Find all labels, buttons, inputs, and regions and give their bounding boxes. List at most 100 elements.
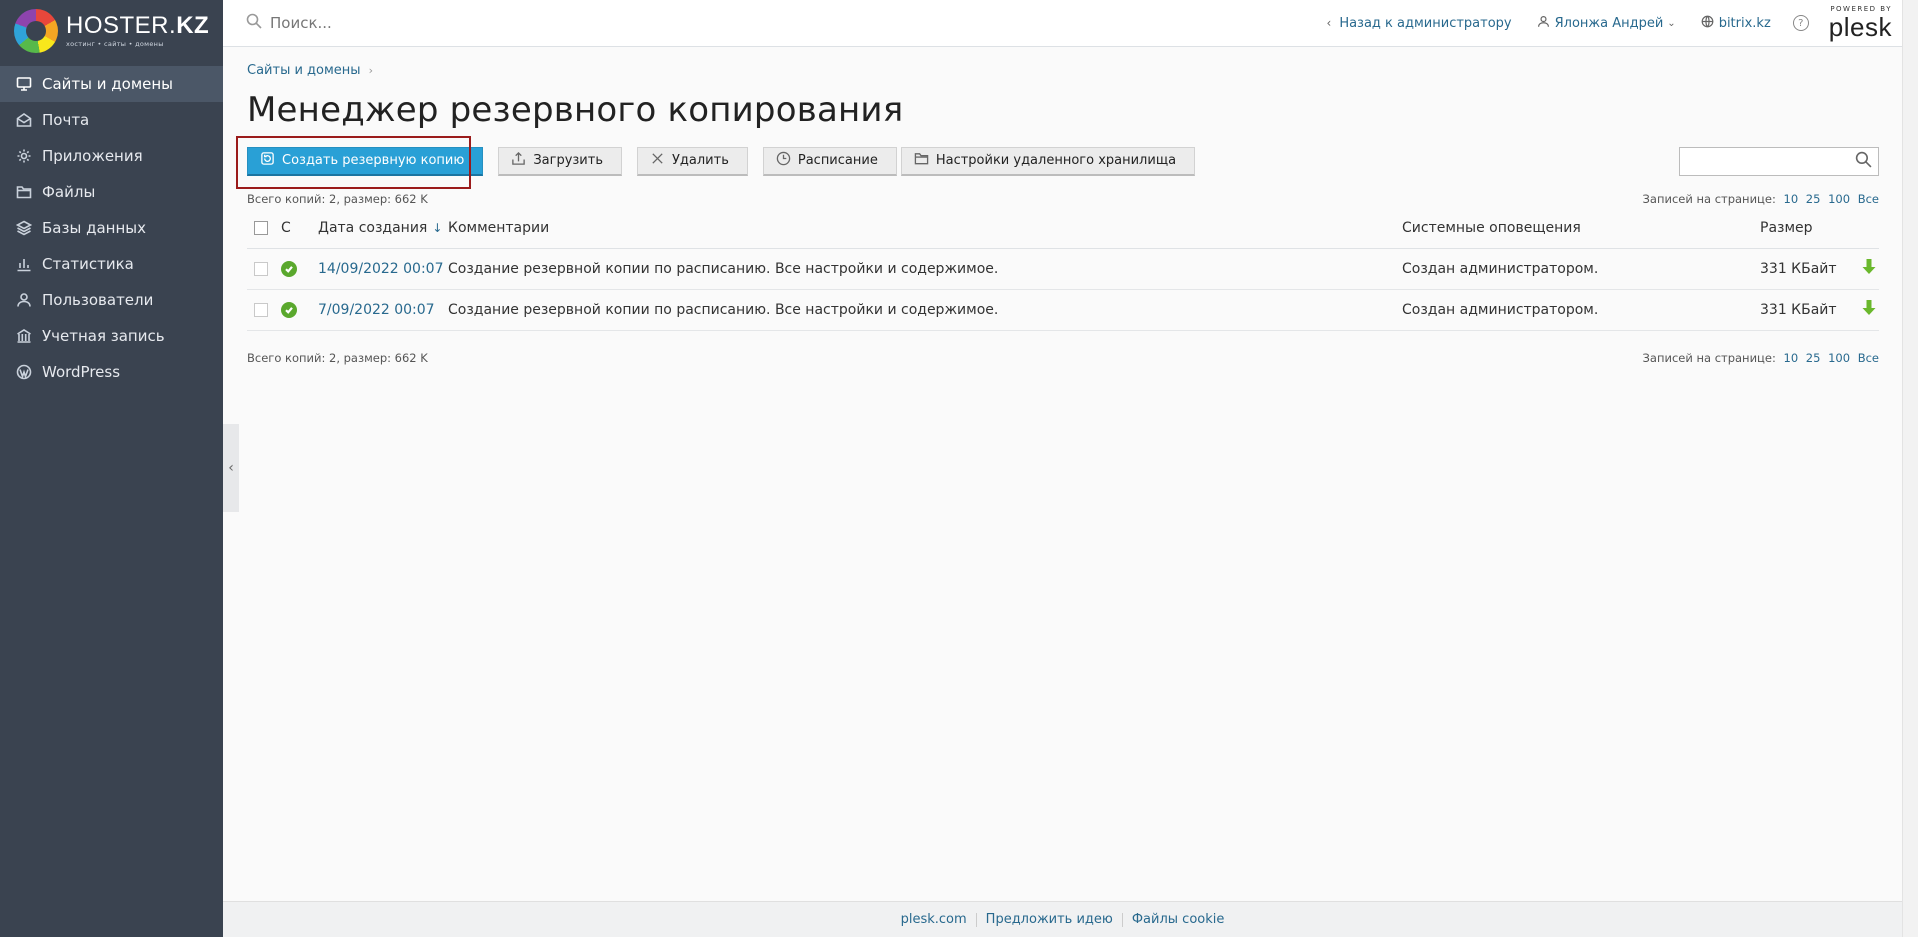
select-all-checkbox[interactable] xyxy=(254,221,268,235)
wordpress-icon xyxy=(15,363,33,381)
sidebar-item-label: WordPress xyxy=(42,363,121,381)
table-row: 14/09/2022 00:07 Создание резервной копи… xyxy=(247,248,1879,290)
create-backup-button[interactable]: Создать резервную копию xyxy=(247,146,484,176)
sidebar-item-label: Файлы xyxy=(42,183,96,201)
upload-icon xyxy=(511,151,533,170)
collapse-sidebar-tab[interactable]: ‹ xyxy=(223,424,239,512)
backup-date-link[interactable]: 7/09/2022 00:07 xyxy=(318,302,435,318)
sidebar-item-label: Базы данных xyxy=(42,219,146,237)
column-date[interactable]: Дата создания ↓ xyxy=(318,220,448,249)
toolbar: Создать резервную копию Загрузить Удалит… xyxy=(236,136,1879,189)
table-header-row: С Дата создания ↓ Комментарии Системные о… xyxy=(247,220,1879,249)
schedule-button[interactable]: Расписание xyxy=(762,146,897,176)
backups-table: С Дата создания ↓ Комментарии Системные о… xyxy=(247,220,1879,331)
sidebar-nav: Сайты и домены Почта Приложения Файлы Ба… xyxy=(0,66,223,390)
status-ok-icon xyxy=(281,301,297,318)
backup-date-link[interactable]: 14/09/2022 00:07 xyxy=(318,261,444,277)
per-page-10[interactable]: 10 xyxy=(1784,192,1799,206)
per-page-all[interactable]: Все xyxy=(1858,192,1879,206)
window-scrollbar[interactable] xyxy=(1902,0,1918,937)
per-page-25[interactable]: 25 xyxy=(1806,192,1821,206)
sidebar: HOSTER.KZ хостинг • сайты • домены Сайты… xyxy=(0,0,223,937)
page-title: Менеджер резервного копирования xyxy=(247,90,904,130)
list-summary: Всего копий: 2, размер: 662 K xyxy=(247,350,428,365)
backup-size: 331 КБайт xyxy=(1760,301,1837,318)
account-icon xyxy=(15,327,33,345)
column-size: Размер xyxy=(1760,220,1879,249)
row-checkbox[interactable] xyxy=(254,302,268,317)
footer-link-cookies[interactable]: Файлы cookie xyxy=(1123,912,1234,927)
backup-icon xyxy=(260,151,282,170)
search-icon[interactable] xyxy=(1855,151,1872,172)
list-summary: Всего копий: 2, размер: 662 K xyxy=(247,192,428,206)
sidebar-item-label: Сайты и домены xyxy=(42,75,174,93)
search-icon xyxy=(246,13,262,33)
column-comments: Комментарии xyxy=(448,220,1402,249)
footer-link-plesk[interactable]: plesk.com xyxy=(892,912,976,927)
sidebar-item-files[interactable]: Файлы xyxy=(0,174,223,210)
close-icon xyxy=(650,151,672,170)
per-page-100[interactable]: 100 xyxy=(1828,351,1850,365)
monitor-icon xyxy=(15,75,33,93)
sidebar-item-label: Учетная запись xyxy=(42,327,165,345)
sidebar-item-label: Статистика xyxy=(42,255,134,273)
back-to-admin-link[interactable]: ‹ Назад к администратору xyxy=(1327,16,1512,31)
bar-chart-icon xyxy=(15,255,33,273)
per-page-selector: Записей на странице: 10 25 100 Все xyxy=(1642,350,1879,365)
status-ok-icon xyxy=(281,260,297,277)
sidebar-item-wordpress[interactable]: WordPress xyxy=(0,354,223,390)
delete-button[interactable]: Удалить xyxy=(636,146,748,176)
per-page-25[interactable]: 25 xyxy=(1806,351,1821,365)
download-icon[interactable] xyxy=(1861,258,1877,280)
folder-icon xyxy=(914,151,936,170)
footer-link-suggest-idea[interactable]: Предложить идею xyxy=(977,912,1122,927)
domain-selector[interactable]: bitrix.kz xyxy=(1701,15,1771,32)
sort-desc-icon: ↓ xyxy=(432,221,443,235)
sidebar-item-users[interactable]: Пользователи xyxy=(0,282,223,318)
sidebar-item-label: Пользователи xyxy=(42,291,154,309)
remote-storage-settings-button[interactable]: Настройки удаленного хранилища xyxy=(900,146,1196,176)
per-page-all[interactable]: Все xyxy=(1858,351,1879,365)
help-icon[interactable]: ? xyxy=(1792,15,1809,31)
sidebar-item-databases[interactable]: Базы данных xyxy=(0,210,223,246)
global-search xyxy=(223,13,863,33)
main-content: Сайты и домены › Менеджер резервного коп… xyxy=(236,47,1879,365)
brand-logo[interactable]: HOSTER.KZ хостинг • сайты • домены xyxy=(0,0,223,62)
download-icon[interactable] xyxy=(1861,299,1877,321)
user-icon xyxy=(1537,15,1555,32)
column-notifications: Системные оповещения xyxy=(1402,220,1760,249)
clock-icon xyxy=(776,151,798,170)
list-info-top: Всего копий: 2, размер: 662 K Записей на… xyxy=(247,192,1879,206)
per-page-10[interactable]: 10 xyxy=(1784,351,1799,365)
table-row: 7/09/2022 00:07 Создание резервной копии… xyxy=(247,289,1879,331)
column-status: С xyxy=(281,220,318,249)
user-menu[interactable]: Ялонжа Андрей ⌄ xyxy=(1537,15,1676,32)
folder-icon xyxy=(15,183,33,201)
chevron-left-icon: ‹ xyxy=(1326,16,1332,30)
mail-icon xyxy=(15,111,33,129)
global-search-input[interactable] xyxy=(270,14,770,32)
plesk-logo: POWERED BY plesk xyxy=(1828,5,1892,42)
backup-notification: Создан администратором. xyxy=(1402,248,1760,290)
backup-comment: Создание резервной копии по расписанию. … xyxy=(448,248,1402,290)
backup-notification: Создан администратором. xyxy=(1402,289,1760,331)
sidebar-item-sites[interactable]: Сайты и домены xyxy=(0,66,223,102)
footer: plesk.com Предложить идею Файлы cookie xyxy=(223,901,1902,937)
sidebar-item-account[interactable]: Учетная запись xyxy=(0,318,223,354)
row-checkbox[interactable] xyxy=(254,261,268,276)
user-icon xyxy=(15,291,33,309)
list-search-input[interactable] xyxy=(1685,153,1855,169)
sidebar-item-mail[interactable]: Почта xyxy=(0,102,223,138)
backup-comment: Создание резервной копии по расписанию. … xyxy=(448,289,1402,331)
logo-mark-icon xyxy=(14,9,58,53)
gear-icon xyxy=(15,147,33,165)
breadcrumb: Сайты и домены › xyxy=(247,63,1879,78)
sidebar-item-statistics[interactable]: Статистика xyxy=(0,246,223,282)
sidebar-item-label: Приложения xyxy=(42,147,143,165)
upload-button[interactable]: Загрузить xyxy=(498,146,622,176)
per-page-100[interactable]: 100 xyxy=(1828,192,1850,206)
sidebar-item-apps[interactable]: Приложения xyxy=(0,138,223,174)
globe-icon xyxy=(1701,15,1719,32)
breadcrumb-sites-link[interactable]: Сайты и домены xyxy=(247,63,361,78)
list-search xyxy=(1679,146,1879,176)
